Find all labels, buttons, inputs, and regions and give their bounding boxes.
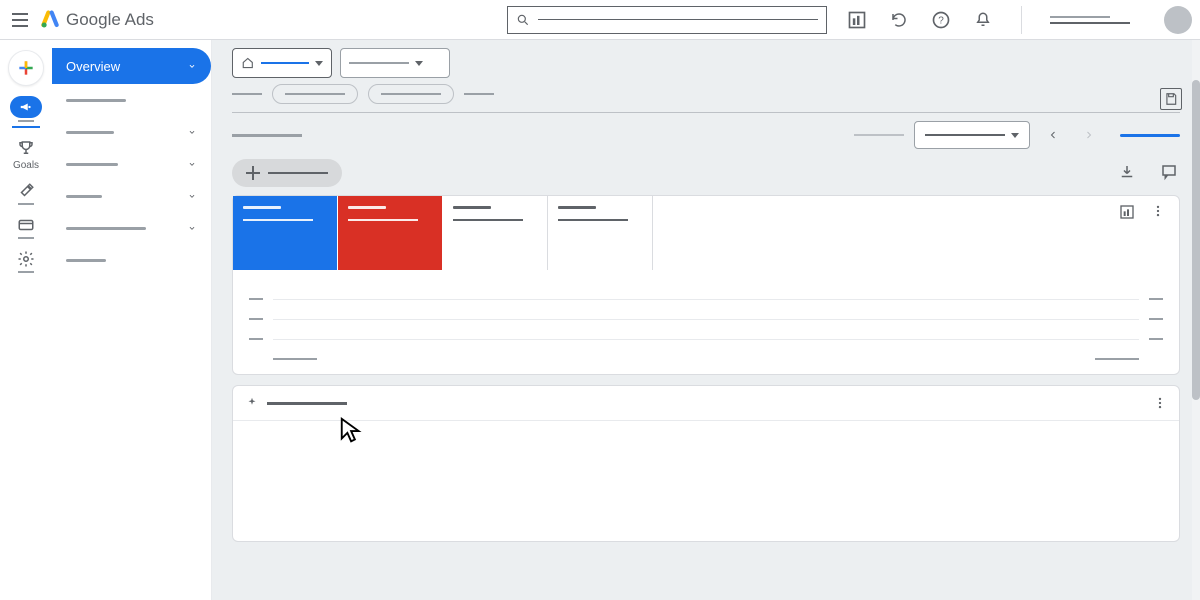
account-selector[interactable] (232, 48, 332, 78)
rail-campaigns[interactable] (6, 96, 46, 128)
add-row (212, 157, 1200, 195)
chevron-down-icon (187, 223, 197, 233)
date-next[interactable] (1076, 122, 1102, 148)
left-rail: Goals (0, 40, 52, 600)
scope-filters (212, 40, 1200, 84)
search-input[interactable] (507, 6, 827, 34)
billing-icon (16, 215, 36, 235)
save-icon[interactable] (1160, 88, 1182, 110)
chevron-down-icon (187, 191, 197, 201)
metric-tile[interactable] (338, 196, 443, 270)
card-menu-icon[interactable] (1153, 396, 1167, 410)
svg-text:?: ? (938, 15, 944, 26)
help-icon[interactable]: ? (931, 10, 951, 30)
main-content (212, 40, 1200, 600)
download-icon[interactable] (1118, 163, 1138, 183)
chevron-down-icon (187, 127, 197, 137)
gear-icon (16, 249, 36, 269)
app-header: Google Ads ? (0, 0, 1200, 40)
campaign-selector[interactable] (340, 48, 450, 78)
date-range-selector[interactable] (914, 121, 1030, 149)
date-row (212, 113, 1200, 157)
avatar[interactable] (1164, 6, 1192, 34)
refresh-icon[interactable] (889, 10, 909, 30)
reports-icon[interactable] (847, 10, 867, 30)
rail-billing[interactable] (6, 215, 46, 239)
sidebar-item[interactable] (52, 180, 211, 212)
megaphone-icon (10, 96, 42, 118)
header-actions: ? (847, 6, 1192, 34)
filter-trailing (464, 93, 494, 95)
search-icon (516, 13, 530, 27)
metric-tile[interactable] (443, 196, 548, 270)
sidebar-item[interactable] (52, 148, 211, 180)
create-button[interactable] (8, 50, 44, 86)
add-button[interactable] (232, 159, 342, 187)
tools-icon (16, 181, 36, 201)
notifications-icon[interactable] (973, 10, 993, 30)
chart-area (233, 270, 1179, 374)
sidebar-item[interactable] (52, 116, 211, 148)
metric-tile[interactable] (233, 196, 338, 270)
chevron-down-icon (187, 159, 197, 169)
filter-chip[interactable] (272, 84, 358, 104)
filter-chip[interactable] (368, 84, 454, 104)
rail-goals-label: Goals (13, 160, 39, 171)
menu-icon[interactable] (8, 8, 32, 32)
product-name: Google Ads (66, 10, 154, 30)
metric-tiles (233, 196, 1179, 270)
chevron-down-icon (187, 61, 197, 71)
sidebar-overview-label: Overview (66, 59, 120, 74)
recommendations-card (232, 385, 1180, 542)
scrollbar[interactable] (1192, 40, 1200, 600)
nav-sidebar: Overview (52, 40, 212, 600)
metric-tile[interactable] (548, 196, 653, 270)
sidebar-item[interactable] (52, 212, 211, 244)
card-menu-icon[interactable] (1151, 204, 1169, 222)
feedback-icon[interactable] (1160, 163, 1180, 183)
filter-label (232, 93, 262, 95)
section-title (232, 134, 302, 137)
sidebar-overview[interactable]: Overview (52, 48, 211, 84)
sidebar-item[interactable] (52, 84, 211, 116)
expand-chart-icon[interactable] (1119, 204, 1137, 222)
date-active-indicator (1120, 134, 1180, 137)
sparkle-icon (245, 396, 259, 410)
filter-chips (212, 84, 1200, 112)
product-logo[interactable]: Google Ads (40, 10, 154, 30)
rail-tools[interactable] (6, 181, 46, 205)
plus-icon (246, 166, 260, 180)
card-title (267, 402, 347, 405)
sidebar-item[interactable] (52, 244, 211, 276)
rail-goals[interactable]: Goals (6, 138, 46, 171)
ads-logo-icon (40, 10, 60, 30)
date-prev[interactable] (1040, 122, 1066, 148)
compare-label (854, 134, 904, 136)
home-icon (241, 56, 255, 70)
account-switcher[interactable] (1050, 16, 1130, 24)
rail-admin[interactable] (6, 249, 46, 273)
metrics-card (232, 195, 1180, 375)
trophy-icon (16, 138, 36, 158)
